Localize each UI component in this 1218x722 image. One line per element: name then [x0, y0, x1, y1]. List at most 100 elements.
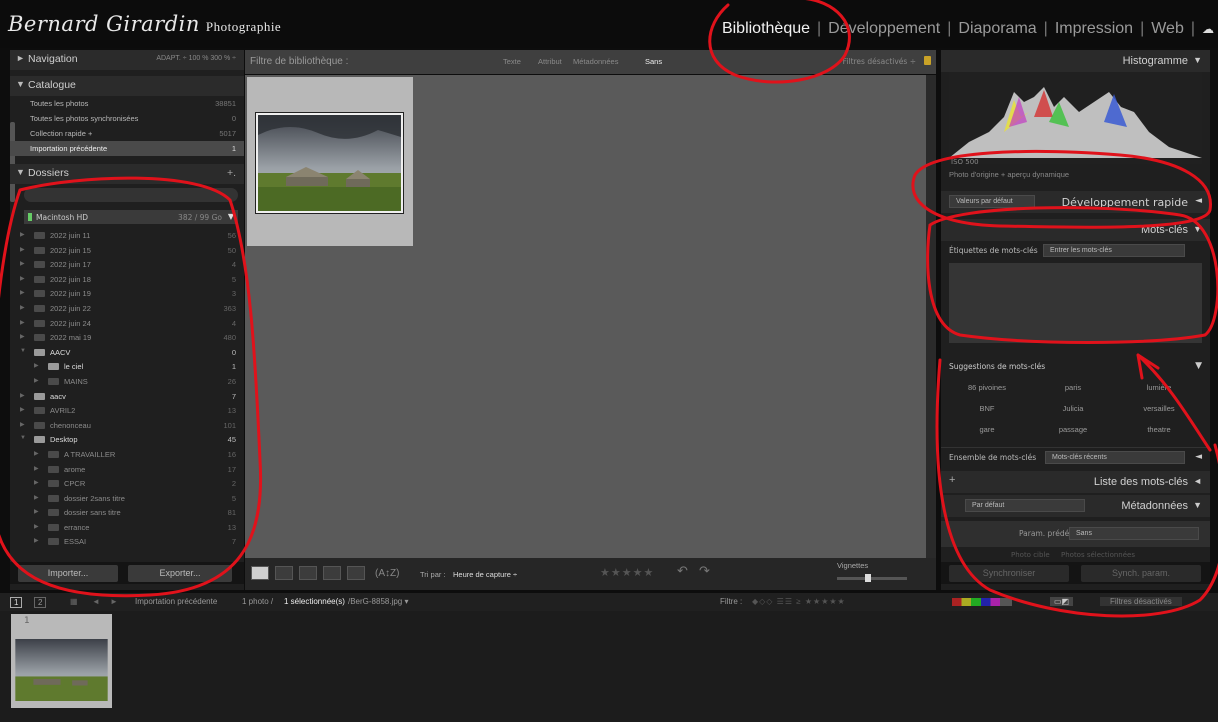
rotate-left-icon[interactable]: ↶ [677, 564, 688, 579]
loupe-view-icon[interactable] [275, 566, 293, 580]
module-slideshow[interactable]: Diaporama [958, 20, 1036, 37]
catalog-item[interactable]: Toutes les photos 38851 [10, 96, 244, 111]
keyword-suggestion[interactable]: theatre [1121, 425, 1197, 434]
cloud-icon[interactable]: ☁ [1202, 22, 1214, 36]
survey-view-icon[interactable] [323, 566, 341, 580]
filter-status-select[interactable]: Filtres désactivés [1100, 597, 1182, 606]
expand-triangle-icon[interactable]: ▶ [20, 392, 25, 399]
folder-item[interactable]: ▶ ESSAI 7 [10, 534, 244, 549]
folder-item[interactable]: ▶ 2022 juin 15 50 [10, 243, 244, 258]
expand-triangle-icon[interactable]: ▶ [20, 421, 25, 428]
catalog-item[interactable]: Collection rapide + 5017 [10, 126, 244, 141]
volume-header[interactable]: Macintosh HD 382 / 99 Go ▼ [24, 210, 238, 224]
folder-item[interactable]: ▶ 2022 juin 17 4 [10, 257, 244, 272]
expand-triangle-icon[interactable]: ▶ [34, 494, 39, 501]
filmstrip-filename[interactable]: /BerG-8858.jpg ▾ [348, 597, 409, 606]
folders-header[interactable]: ▼ Dossiers +. [10, 164, 244, 184]
folder-item[interactable]: ▶ A TRAVAILLER 16 [10, 447, 244, 462]
keyword-set-select[interactable]: Mots-clés récents [1045, 451, 1185, 464]
module-library[interactable]: Bibliothèque [722, 20, 810, 37]
keyword-suggestion[interactable]: passage [1035, 425, 1111, 434]
expand-triangle-icon[interactable]: ▶ [34, 450, 39, 457]
folder-item[interactable]: ▶ 2022 juin 19 3 [10, 286, 244, 301]
folder-item[interactable]: ▼ AACV 0 [10, 345, 244, 360]
thumbnail-size-slider[interactable] [837, 577, 907, 580]
folder-item[interactable]: ▶ AVRIL2 13 [10, 403, 244, 418]
metadata-header[interactable]: Par défaut Métadonnées ▼ [941, 495, 1210, 517]
filter-none-tab[interactable]: Sans [645, 57, 662, 66]
folder-item[interactable]: ▶ CPCR 2 [10, 476, 244, 491]
folder-item[interactable]: ▶ dossier 2sans titre 5 [10, 491, 244, 506]
add-folder-icon[interactable]: +. [227, 167, 236, 179]
expand-triangle-icon[interactable]: ▶ [34, 465, 39, 472]
keyword-suggestion[interactable]: versailles [1121, 404, 1197, 413]
sort-select[interactable]: Heure de capture ÷ [453, 570, 517, 579]
expand-triangle-icon[interactable]: ▶ [20, 289, 25, 296]
collapse-triangle-icon[interactable]: ▼ [20, 435, 26, 441]
lock-icon[interactable] [924, 56, 931, 65]
sort-direction-icon[interactable]: (A↕Z) [375, 568, 399, 579]
monitor-1-icon[interactable]: 1 [10, 597, 23, 608]
catalog-header[interactable]: ▼ Catalogue [10, 76, 244, 96]
histogram-header[interactable]: Histogramme ▼ [941, 50, 1210, 72]
rotate-right-icon[interactable]: ↷ [699, 564, 710, 579]
grid-view-icon[interactable] [251, 566, 269, 580]
forward-arrow-icon[interactable]: ► [110, 597, 118, 606]
import-button[interactable]: Importer... [18, 565, 118, 582]
sync-button[interactable]: Synchroniser [949, 565, 1069, 582]
filmstrip-source[interactable]: Importation précédente [135, 597, 217, 606]
expand-triangle-icon[interactable]: ▶ [34, 537, 39, 544]
navigator-header[interactable]: ► Navigation ADAPT. ÷ 100 % 300 % ÷ [10, 50, 244, 70]
keyword-suggestion[interactable]: paris [1035, 383, 1111, 392]
filter-text-tab[interactable]: Texte [503, 57, 521, 66]
keyword-text-area[interactable] [949, 263, 1202, 343]
expand-triangle-icon[interactable]: ▶ [20, 406, 25, 413]
target-photo-option[interactable]: Photo cible [1011, 551, 1050, 559]
filter-status[interactable]: Filtres désactivés ÷ [843, 57, 916, 66]
folder-item[interactable]: ▶ arome 17 [10, 462, 244, 477]
keyword-suggestion[interactable]: Julicia [1035, 404, 1111, 413]
target-selected-option[interactable]: Photos sélectionnées [1061, 551, 1135, 559]
folder-item[interactable]: ▶ le ciel 1 [10, 359, 244, 374]
folder-search-input[interactable] [24, 188, 238, 202]
quick-develop-header[interactable]: Valeurs par défaut Développement rapide … [941, 191, 1210, 213]
module-develop[interactable]: Développement [828, 20, 940, 37]
module-web[interactable]: Web [1151, 20, 1184, 37]
folder-item[interactable]: ▶ chenonceau 101 [10, 418, 244, 433]
photo-thumbnail[interactable] [255, 112, 404, 214]
folder-item[interactable]: ▶ 2022 juin 18 5 [10, 272, 244, 287]
expand-triangle-icon[interactable]: ▶ [34, 362, 39, 369]
keyword-suggestion[interactable]: gare [949, 425, 1025, 434]
grid-icon[interactable]: ▦ [70, 597, 78, 606]
monitor-2-icon[interactable]: 2 [34, 597, 47, 608]
quick-develop-preset-select[interactable]: Valeurs par défaut [949, 195, 1035, 208]
export-button[interactable]: Exporter... [128, 565, 232, 582]
color-label-filter[interactable] [952, 598, 1012, 606]
grid-scrollbar[interactable] [926, 75, 936, 558]
module-print[interactable]: Impression [1055, 20, 1133, 37]
folder-item[interactable]: ▶ 2022 juin 22 363 [10, 301, 244, 316]
expand-triangle-icon[interactable]: ▶ [34, 479, 39, 486]
expand-triangle-icon[interactable]: ▶ [20, 246, 25, 253]
catalog-item[interactable]: Toutes les photos synchronisées 0 [10, 111, 244, 126]
flag-filter-icons[interactable]: ◆◇◇ ☰☰ ≥ ★★★★★ [752, 597, 846, 606]
expand-triangle-icon[interactable]: ▶ [34, 508, 39, 515]
collapse-triangle-icon[interactable]: ▼ [228, 212, 234, 221]
keyword-suggestion[interactable]: BNF [949, 404, 1025, 413]
expand-triangle-icon[interactable]: ▶ [20, 319, 25, 326]
folder-item[interactable]: ▶ aacv 7 [10, 389, 244, 404]
custom-filter-icon[interactable]: ▭◩ [1050, 597, 1074, 606]
expand-triangle-icon[interactable]: ▶ [20, 231, 25, 238]
compare-view-icon[interactable] [299, 566, 317, 580]
rating-stars[interactable]: ★★★★★ [600, 566, 654, 579]
people-view-icon[interactable] [347, 566, 365, 580]
catalog-item-selected[interactable]: Importation précédente 1 [10, 141, 244, 156]
keyword-suggestion[interactable]: 86 pivoines [949, 383, 1025, 392]
sync-settings-button[interactable]: Synch. param. [1081, 565, 1201, 582]
metadata-preset-select[interactable]: Par défaut [965, 499, 1085, 512]
preset-select[interactable]: Sans [1069, 527, 1199, 540]
expand-triangle-icon[interactable]: ▶ [20, 333, 25, 340]
folder-item[interactable]: ▶ 2022 juin 11 56 [10, 228, 244, 243]
back-arrow-icon[interactable]: ◄ [92, 597, 100, 606]
zoom-options[interactable]: ADAPT. ÷ 100 % 300 % ÷ [156, 55, 236, 62]
